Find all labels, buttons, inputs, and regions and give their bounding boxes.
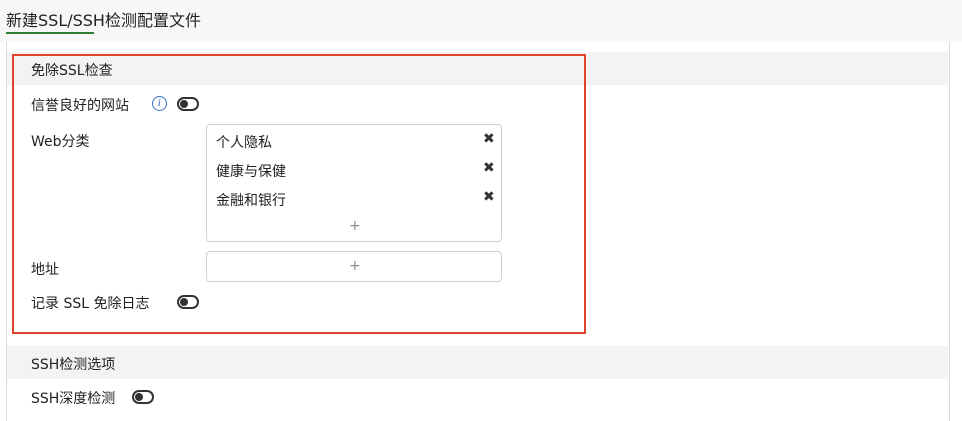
add-category-plus-icon[interactable]: + (349, 218, 361, 234)
log-exempt-toggle[interactable] (177, 295, 199, 309)
section-title-ssl-exempt: 免除SSL检查 (31, 63, 113, 79)
remove-icon[interactable]: ✖ (483, 189, 495, 205)
web-category-label: Web分类 (31, 134, 90, 150)
info-icon[interactable]: i (152, 96, 167, 111)
ssh-deep-inspection-label: SSH深度检测 (31, 391, 116, 407)
address-label: 地址 (31, 262, 59, 278)
reputable-sites-toggle[interactable] (177, 97, 199, 111)
section-title-ssh: SSH检测选项 (31, 357, 116, 373)
log-exempt-label: 记录 SSL 免除日志 (31, 296, 150, 312)
remove-icon[interactable]: ✖ (483, 131, 495, 147)
ssh-deep-inspection-toggle[interactable] (132, 390, 154, 404)
address-field[interactable]: + (206, 251, 502, 282)
chip-label: 健康与保健 (216, 164, 286, 180)
reputable-sites-label: 信誉良好的网站 (31, 98, 129, 114)
remove-icon[interactable]: ✖ (483, 160, 495, 176)
add-address-plus-icon[interactable]: + (349, 258, 361, 274)
page-title: 新建SSL/SSH检测配置文件 (6, 11, 201, 30)
chip-label: 金融和银行 (216, 193, 286, 209)
section-header-ssl-exempt: 免除SSL检查 (7, 52, 948, 85)
chip-label: 个人隐私 (216, 135, 272, 151)
section-header-ssh: SSH检测选项 (7, 346, 948, 379)
page-title-underline (6, 32, 94, 34)
web-category-field[interactable]: 个人隐私 ✖ 健康与保健 ✖ 金融和银行 ✖ + (206, 124, 502, 242)
top-bar: 新建SSL/SSH检测配置文件 (0, 0, 962, 42)
